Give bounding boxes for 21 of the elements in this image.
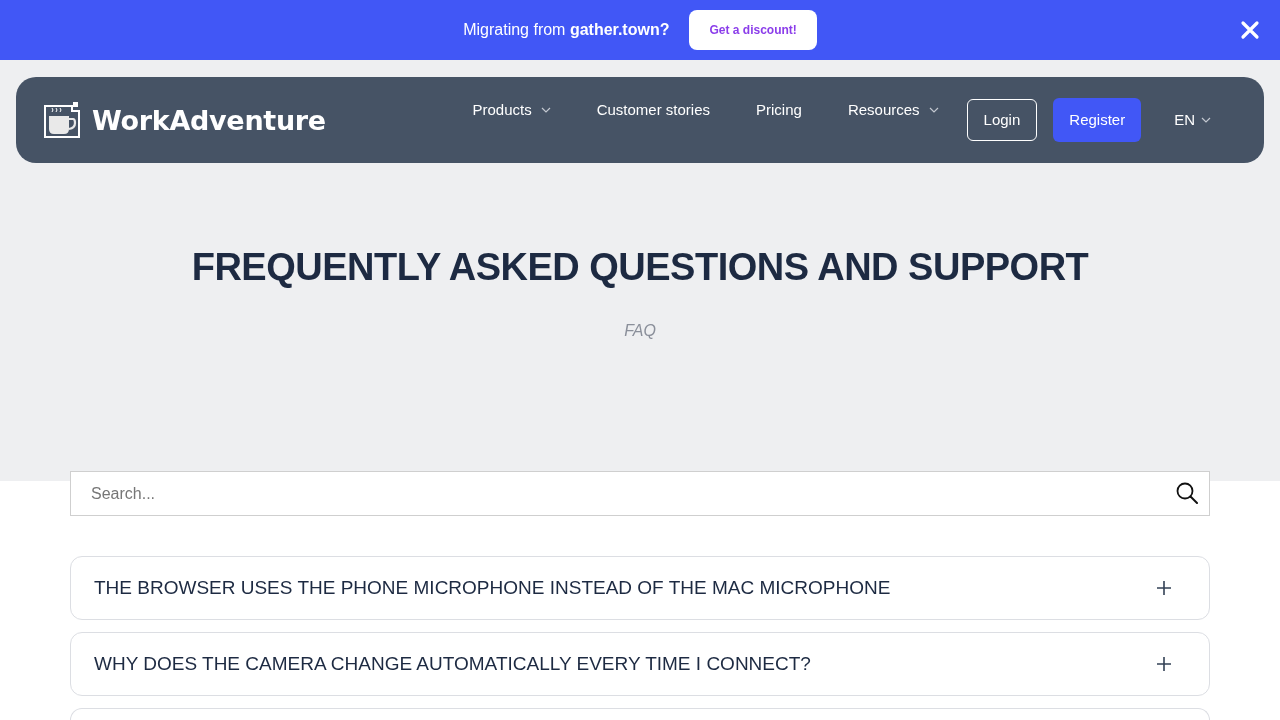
- search-icon[interactable]: [1176, 482, 1198, 504]
- login-button[interactable]: Login: [966, 99, 1038, 141]
- nav-link[interactable]: Resources: [847, 98, 939, 122]
- caret-icon: [1201, 117, 1211, 123]
- nav-link[interactable]: Customer stories: [596, 98, 711, 122]
- search-field[interactable]: Search...: [70, 471, 1210, 516]
- faq-question[interactable]: THE BROWSER USES THE PHONE MICROPHONE INSTEAD OF THE MAC MICROPHONE: [70, 556, 1210, 620]
- language-selector[interactable]: EN: [1174, 108, 1211, 132]
- nav-link[interactable]: Pricing: [756, 98, 802, 122]
- register-button[interactable]: Register: [1053, 98, 1142, 142]
- caret-icon: [540, 107, 551, 113]
- close-icon[interactable]: [1240, 20, 1260, 40]
- logo-text: WorkAdventure: [92, 106, 326, 134]
- mug-logo-icon: [44, 102, 80, 138]
- page-title: FREQUENTLY ASKED QUESTIONS AND SUPPORT: [191, 247, 1089, 289]
- nav-link[interactable]: Products: [472, 98, 551, 122]
- promo-text: Migrating from gather.town?: [463, 20, 670, 40]
- faq-question[interactable]: WHY DOES THE CAMERA CHANGE AUTOMATICALLY EVERY TIME I CONNECT?: [70, 632, 1210, 696]
- discount-button[interactable]: Get a discount!: [689, 10, 817, 50]
- caret-icon: [928, 107, 939, 113]
- page-subtitle: FAQ: [624, 320, 656, 341]
